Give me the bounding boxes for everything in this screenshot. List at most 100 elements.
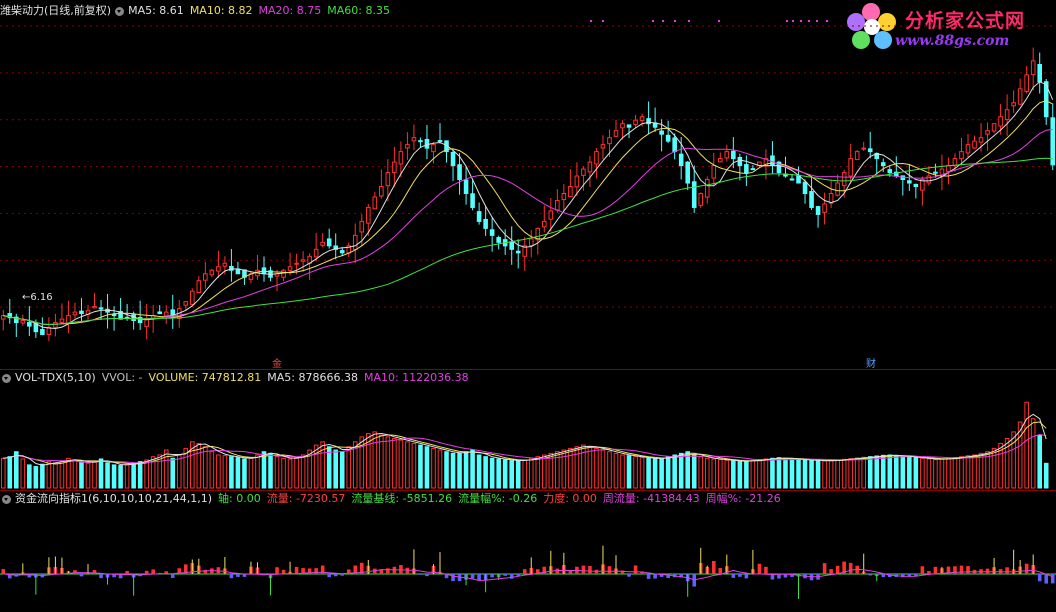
low-price-label: ←6.16: [22, 292, 53, 303]
flow-bar-up: [275, 567, 279, 574]
volume-bar: [770, 457, 775, 489]
volume-bar: [229, 456, 234, 489]
candle-body: [594, 151, 599, 165]
volume-bar: [137, 461, 143, 489]
candle-body: [672, 137, 677, 153]
candle-body: [750, 168, 756, 171]
flow-bar-down: [868, 574, 873, 576]
volume-bar: [991, 447, 997, 489]
candle-body: [835, 182, 840, 196]
candle-body: [998, 116, 1003, 127]
signal-dot: [662, 20, 664, 22]
volume-bar: [913, 457, 919, 489]
flow-bar-up: [314, 568, 318, 574]
volume-bar: [698, 456, 704, 489]
candle-body: [946, 165, 951, 172]
volume-bar: [939, 458, 945, 489]
volume-bar: [1043, 462, 1049, 489]
volume-bar: [880, 454, 886, 489]
volume-bar: [287, 458, 293, 489]
volume-bar: [203, 446, 208, 489]
volume-bar: [978, 452, 984, 489]
volume-bar: [281, 457, 286, 489]
flow-axis-legend: 轴: 0.00: [218, 492, 261, 505]
flow-bar-down: [236, 574, 240, 577]
volume-bar: [398, 439, 404, 489]
candle-body: [98, 307, 104, 310]
volume-bar: [411, 442, 417, 489]
candle-body: [59, 318, 65, 323]
volume-bar: [887, 454, 893, 489]
ma20-line: [3, 128, 1053, 326]
volume-bar: [731, 460, 736, 489]
flow-bar-up: [829, 569, 833, 574]
volume-title: VOL-TDX(5,10): [15, 371, 96, 384]
volume-bar: [46, 461, 52, 489]
candle-body: [326, 238, 332, 247]
volume-menu-icon[interactable]: [2, 373, 11, 383]
volume-bar: [379, 434, 384, 489]
volume-bar: [1030, 418, 1036, 489]
candle-body: [848, 158, 853, 177]
candle-body: [157, 311, 162, 315]
volume-bar: [815, 460, 821, 489]
volume-bar: [711, 458, 717, 489]
flow-bar-down: [79, 574, 84, 577]
flow-bar-up: [927, 571, 931, 574]
flow-chart: [0, 545, 1056, 599]
candle-body: [405, 144, 410, 149]
volume-bar: [509, 460, 514, 489]
volume-bar: [33, 466, 39, 489]
flow-bar-down: [333, 574, 338, 577]
signal-dot: [590, 20, 592, 22]
volume-bar: [27, 464, 32, 489]
weekly-flow-legend: 周流量: -41384.43: [602, 492, 700, 505]
volume-bar: [561, 449, 567, 489]
volume-bar: [14, 451, 19, 489]
flow-title: 资金流向指标1(6,10,10,10,21,44,1,1): [15, 492, 213, 505]
volume-bar: [802, 459, 808, 489]
volume-bar: [515, 460, 521, 489]
candle-body: [457, 164, 462, 181]
volume-bar: [105, 462, 110, 489]
candle-body: [613, 130, 619, 137]
signal-dot: [786, 20, 788, 22]
candle-body: [718, 158, 723, 163]
candle-body: [678, 153, 684, 167]
candle-body: [607, 137, 612, 145]
candle-body: [991, 123, 997, 132]
signal-dot: [602, 20, 604, 22]
volume-bar: [626, 455, 632, 489]
flow-bar-down: [738, 574, 742, 577]
candle-body: [620, 123, 625, 129]
candle-body: [431, 144, 436, 153]
volume-bar: [79, 461, 84, 489]
candle-body: [379, 186, 384, 197]
volume-bar: [776, 457, 782, 489]
volume-bar: [346, 446, 352, 489]
volume-bar: [470, 449, 475, 489]
flow-bar-up: [764, 566, 768, 574]
signal-dot: [808, 20, 810, 22]
volume-bar: [907, 456, 912, 489]
candle-body: [568, 186, 573, 198]
flow-bar-down: [516, 574, 521, 576]
volume-bar: [424, 446, 430, 489]
volume-bar: [926, 458, 932, 489]
candle-body: [496, 237, 501, 243]
flow-menu-icon[interactable]: [2, 494, 11, 504]
volume-bar: [600, 449, 606, 489]
volume-bar: [835, 459, 840, 489]
candle-body: [359, 220, 365, 233]
candle-body: [235, 268, 241, 275]
flow-bar-up: [1024, 563, 1029, 574]
volume-bar: [268, 452, 273, 489]
candle-body: [561, 192, 567, 201]
candle-body: [639, 116, 645, 122]
volume-bar: [431, 447, 436, 489]
volume-bar: [85, 462, 91, 489]
volume-bar: [450, 452, 456, 489]
candle-body: [515, 250, 521, 254]
volume-bar: [972, 454, 977, 489]
volume-bar: [457, 452, 462, 489]
